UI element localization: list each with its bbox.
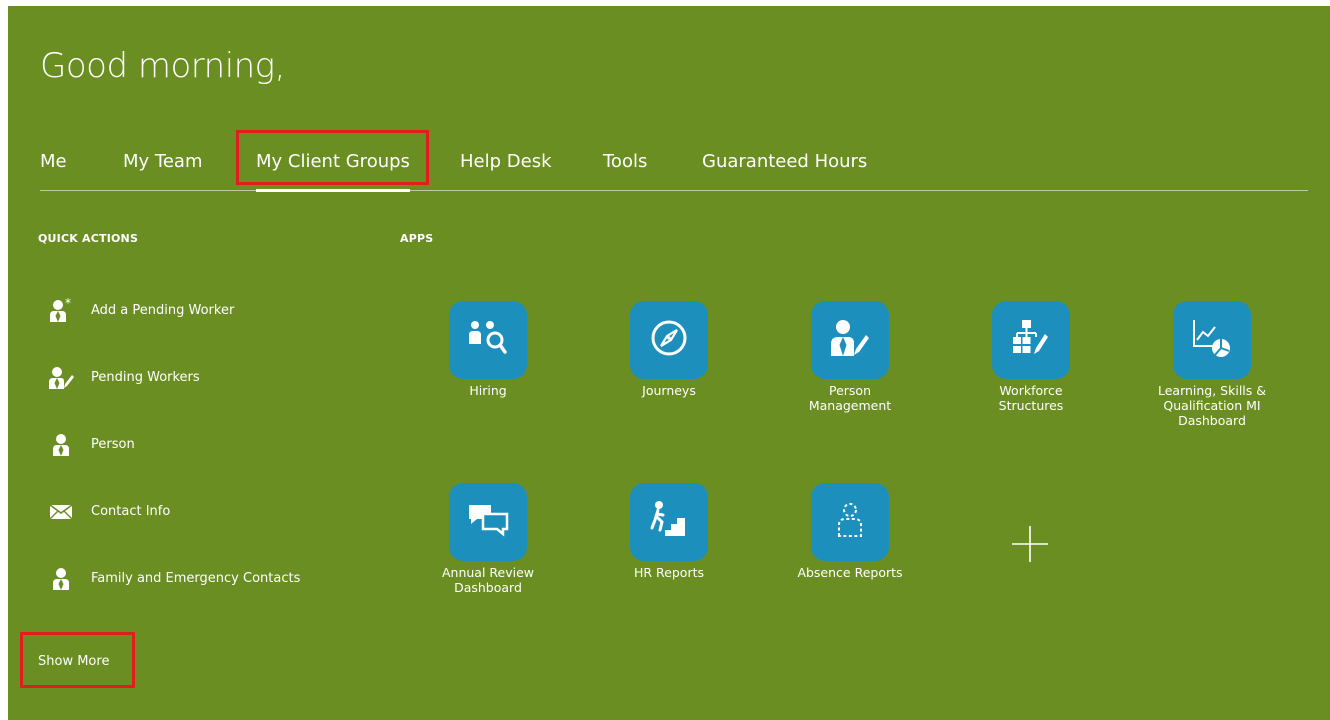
quick-action-label: Pending Workers [91,369,200,385]
quick-actions-title: QUICK ACTIONS [38,232,139,245]
compass-icon [647,316,691,364]
app-tile [449,301,527,379]
app-hr-reports[interactable]: HR Reports [599,483,739,580]
quick-action-add-pending-worker[interactable]: * Add a Pending Worker [48,296,234,324]
person-icon [48,565,74,591]
app-journeys[interactable]: Journeys [599,301,739,398]
app-label: Person Management [808,383,892,413]
envelope-icon [48,498,74,524]
quick-action-contact-info[interactable]: Contact Info [48,497,170,525]
tab-me[interactable]: Me [40,150,67,174]
greeting-title: Good morning, [40,46,285,86]
app-tile [630,483,708,561]
home-panel: Good morning, Me My Team My Client Group… [8,6,1330,720]
app-label: Absence Reports [797,565,903,580]
app-label: Workforce Structures [998,383,1064,413]
app-tile [811,483,889,561]
app-annual-review-dashboard[interactable]: Annual Review Dashboard [418,483,558,595]
analytics-icon [1190,316,1234,364]
tab-guaranteed-hours[interactable]: Guaranteed Hours [702,150,867,174]
app-workforce-structures[interactable]: Workforce Structures [961,301,1101,413]
chat-bubbles-icon [466,498,510,546]
tab-tools[interactable]: Tools [603,150,647,174]
tab-my-team[interactable]: My Team [123,150,202,174]
org-chart-icon [1009,316,1053,364]
tab-help-desk[interactable]: Help Desk [460,150,552,174]
quick-action-label: Family and Emergency Contacts [91,570,301,586]
app-person-management[interactable]: Person Management [780,301,920,413]
person-edit-icon [48,364,74,390]
app-tile [1173,301,1251,379]
person-edit-icon [828,316,872,364]
app-tile [630,301,708,379]
svg-text:*: * [65,297,71,310]
quick-action-family-emergency-contacts[interactable]: Family and Emergency Contacts [48,564,300,592]
quick-action-pending-workers[interactable]: Pending Workers [48,363,200,391]
app-learning-skills-dashboard[interactable]: Learning, Skills & Qualification MI Dash… [1142,301,1282,428]
app-tile [449,483,527,561]
nav-tabs: Me My Team My Client Groups Help Desk To… [40,150,1308,192]
app-absence-reports[interactable]: Absence Reports [780,483,920,580]
quick-action-label: Person [91,436,135,452]
app-tile [811,301,889,379]
app-label: HR Reports [633,565,704,580]
app-tile [992,301,1070,379]
app-hiring[interactable]: Hiring [418,301,558,398]
tab-my-client-groups[interactable]: My Client Groups [256,150,410,192]
quick-action-label: Contact Info [91,503,171,519]
add-app-button[interactable] [1000,514,1060,574]
show-more-link[interactable]: Show More [38,654,109,669]
hiring-icon [466,316,510,364]
person-icon [48,431,74,457]
app-label: Hiring [469,383,507,398]
plus-icon [1000,526,1060,578]
app-label: Annual Review Dashboard [441,565,535,595]
quick-action-person[interactable]: Person [48,430,135,458]
add-person-icon: * [48,297,74,323]
quick-action-label: Add a Pending Worker [91,302,235,318]
app-label: Learning, Skills & Qualification MI Dash… [1157,383,1267,428]
stairs-icon [647,498,691,546]
absent-person-icon [828,498,872,546]
app-label: Journeys [642,383,696,398]
apps-title: APPS [400,232,434,245]
